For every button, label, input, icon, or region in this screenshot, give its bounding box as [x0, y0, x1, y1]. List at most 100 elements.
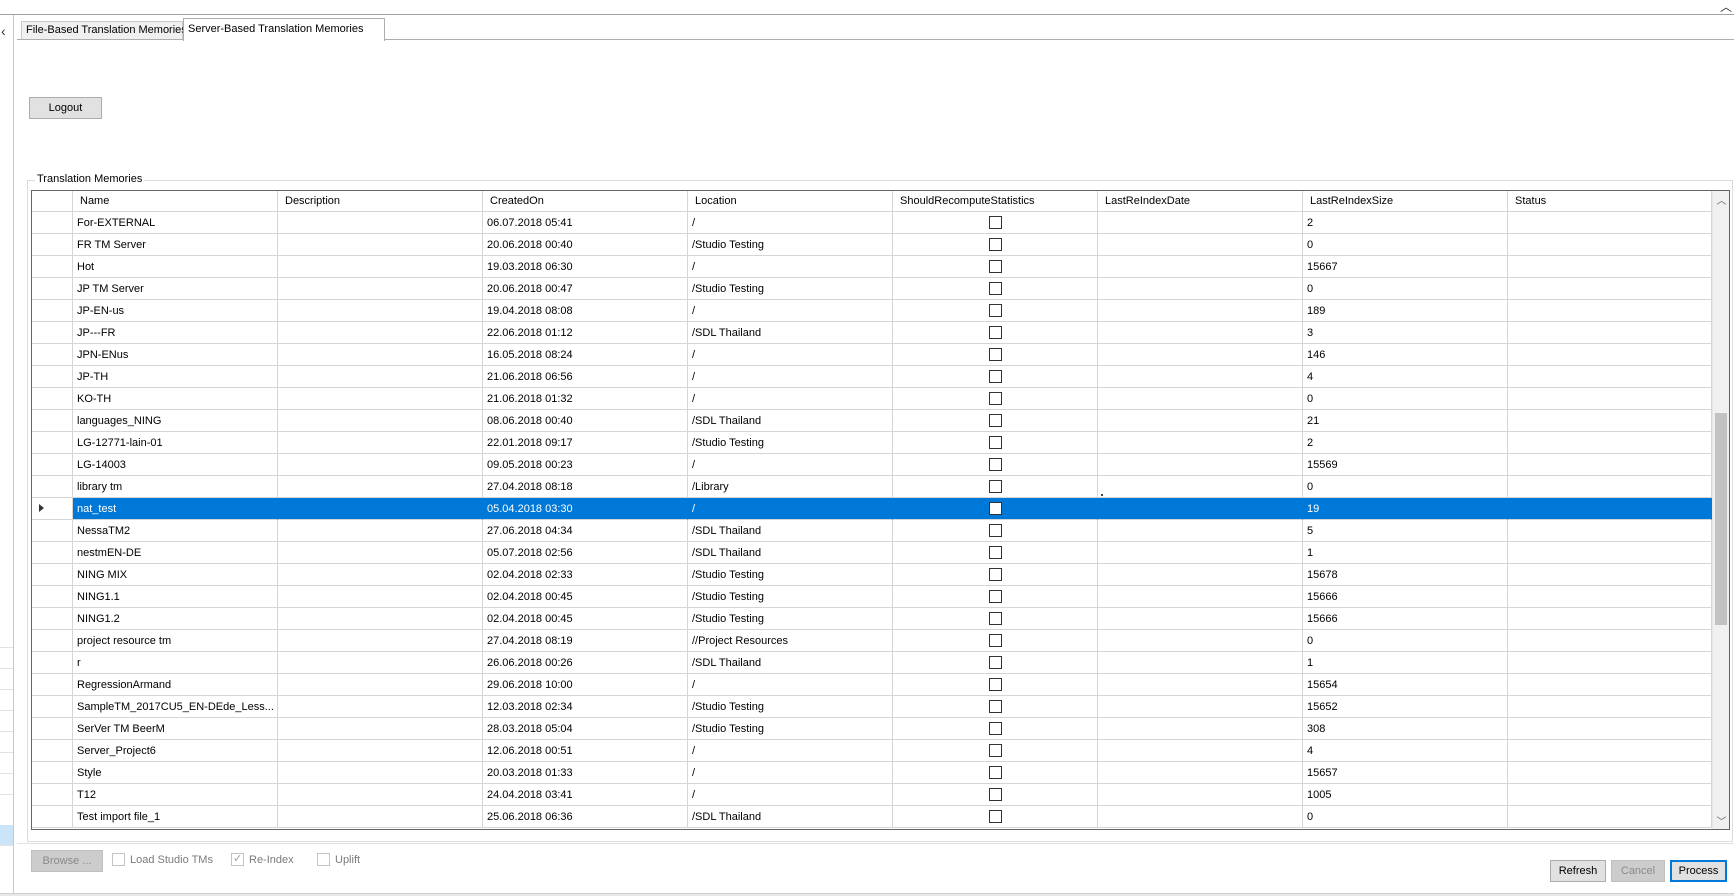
- cell-created[interactable]: 02.04.2018 00:45: [483, 608, 688, 630]
- cell-name[interactable]: nat_test: [73, 498, 278, 520]
- cell-name[interactable]: SerVer TM BeerM: [73, 718, 278, 740]
- left-panel-item[interactable]: [0, 690, 13, 711]
- vertical-scrollbar[interactable]: ︿ ﹀: [1712, 191, 1729, 829]
- row-header[interactable]: [32, 674, 73, 696]
- cell-created[interactable]: 05.07.2018 02:56: [483, 542, 688, 564]
- cell-created[interactable]: 27.04.2018 08:18: [483, 476, 688, 498]
- cell-location[interactable]: /Studio Testing: [688, 432, 893, 454]
- cell-status[interactable]: [1508, 432, 1712, 454]
- cell-reindex-size[interactable]: 19: [1303, 498, 1508, 520]
- cell-status[interactable]: [1508, 784, 1712, 806]
- cell-location[interactable]: //Project Resources: [688, 630, 893, 652]
- cell-recompute[interactable]: [893, 366, 1098, 388]
- recompute-checkbox[interactable]: [989, 656, 1002, 669]
- cell-description[interactable]: [278, 366, 483, 388]
- row-header[interactable]: [32, 432, 73, 454]
- table-row[interactable]: project resource tm 27.04.2018 08:19//Pro…: [32, 630, 1712, 652]
- cell-location[interactable]: /: [688, 674, 893, 696]
- cell-recompute[interactable]: [893, 410, 1098, 432]
- cell-reindex-size[interactable]: 15678: [1303, 564, 1508, 586]
- cell-recompute[interactable]: [893, 256, 1098, 278]
- cell-created[interactable]: 27.04.2018 08:19: [483, 630, 688, 652]
- cell-recompute[interactable]: [893, 300, 1098, 322]
- cell-name[interactable]: Style: [73, 762, 278, 784]
- cell-reindex-size[interactable]: 0: [1303, 234, 1508, 256]
- cell-description[interactable]: [278, 432, 483, 454]
- table-row[interactable]: JP---FR 22.06.2018 01:12/SDL Thailand 3: [32, 322, 1712, 344]
- cell-name[interactable]: Test import file_1: [73, 806, 278, 828]
- table-row[interactable]: Hot 19.03.2018 06:30/ 15667: [32, 256, 1712, 278]
- cell-reindex-date[interactable]: [1098, 740, 1303, 762]
- table-row[interactable]: JPN-ENus 16.05.2018 08:24/ 146: [32, 344, 1712, 366]
- cell-status[interactable]: [1508, 278, 1712, 300]
- scroll-down-arrow-icon[interactable]: ﹀: [1713, 812, 1729, 829]
- table-row[interactable]: KO-TH 21.06.2018 01:32/ 0: [32, 388, 1712, 410]
- cell-reindex-size[interactable]: 1: [1303, 652, 1508, 674]
- cell-created[interactable]: 19.04.2018 08:08: [483, 300, 688, 322]
- cell-status[interactable]: [1508, 542, 1712, 564]
- cell-status[interactable]: [1508, 322, 1712, 344]
- cell-name[interactable]: languages_NING: [73, 410, 278, 432]
- cell-status[interactable]: [1508, 762, 1712, 784]
- reindex-checkbox[interactable]: [231, 852, 244, 866]
- cell-description[interactable]: [278, 520, 483, 542]
- cell-reindex-date[interactable]: [1098, 674, 1303, 696]
- cell-reindex-date[interactable]: [1098, 498, 1303, 520]
- table-row[interactable]: Test import file_1 25.06.2018 06:36/SDL T…: [32, 806, 1712, 828]
- cell-name[interactable]: project resource tm: [73, 630, 278, 652]
- cell-reindex-size[interactable]: 189: [1303, 300, 1508, 322]
- row-header[interactable]: [32, 212, 73, 234]
- cell-name[interactable]: JPN-ENus: [73, 344, 278, 366]
- cell-name[interactable]: nestmEN-DE: [73, 542, 278, 564]
- cell-created[interactable]: 12.03.2018 02:34: [483, 696, 688, 718]
- recompute-checkbox[interactable]: [989, 414, 1002, 427]
- cell-location[interactable]: /Studio Testing: [688, 718, 893, 740]
- table-row[interactable]: SerVer TM BeerM 28.03.2018 05:04/Studio T…: [32, 718, 1712, 740]
- cell-recompute[interactable]: [893, 586, 1098, 608]
- row-header[interactable]: [32, 520, 73, 542]
- recompute-checkbox[interactable]: [989, 304, 1002, 317]
- cell-created[interactable]: 26.06.2018 00:26: [483, 652, 688, 674]
- cell-status[interactable]: [1508, 234, 1712, 256]
- cell-reindex-date[interactable]: [1098, 212, 1303, 234]
- cell-created[interactable]: 16.05.2018 08:24: [483, 344, 688, 366]
- cell-created[interactable]: 22.06.2018 01:12: [483, 322, 688, 344]
- cell-location[interactable]: /: [688, 454, 893, 476]
- tab-server-based[interactable]: Server-Based Translation Memories: [183, 18, 385, 41]
- recompute-checkbox[interactable]: [989, 282, 1002, 295]
- table-row[interactable]: FR TM Server 20.06.2018 00:40/Studio Test…: [32, 234, 1712, 256]
- cell-description[interactable]: [278, 674, 483, 696]
- recompute-checkbox[interactable]: [989, 348, 1002, 361]
- cell-reindex-date[interactable]: [1098, 608, 1303, 630]
- row-header[interactable]: [32, 806, 73, 828]
- cell-location[interactable]: /: [688, 784, 893, 806]
- cell-reindex-size[interactable]: 21: [1303, 410, 1508, 432]
- table-row[interactable]: NING1.2 02.04.2018 00:45/Studio Testing 15…: [32, 608, 1712, 630]
- cell-description[interactable]: [278, 608, 483, 630]
- cell-description[interactable]: [278, 806, 483, 828]
- cell-reindex-size[interactable]: 1: [1303, 542, 1508, 564]
- cell-reindex-date[interactable]: [1098, 762, 1303, 784]
- column-header-location[interactable]: Location: [688, 191, 893, 212]
- cell-location[interactable]: /: [688, 366, 893, 388]
- cell-reindex-date[interactable]: [1098, 410, 1303, 432]
- row-header[interactable]: [32, 718, 73, 740]
- column-header-recompute[interactable]: ShouldRecomputeStatistics: [893, 191, 1098, 212]
- logout-button[interactable]: Logout: [29, 97, 102, 119]
- cell-status[interactable]: [1508, 630, 1712, 652]
- cell-created[interactable]: 20.03.2018 01:33: [483, 762, 688, 784]
- cell-recompute[interactable]: [893, 718, 1098, 740]
- cell-recompute[interactable]: [893, 432, 1098, 454]
- cell-description[interactable]: [278, 542, 483, 564]
- uplift-option[interactable]: Uplift: [317, 853, 360, 866]
- cell-location[interactable]: /: [688, 300, 893, 322]
- recompute-checkbox[interactable]: [989, 546, 1002, 559]
- cell-status[interactable]: [1508, 674, 1712, 696]
- cell-location[interactable]: /: [688, 344, 893, 366]
- cell-name[interactable]: RegressionArmand: [73, 674, 278, 696]
- row-header[interactable]: [32, 542, 73, 564]
- cell-recompute[interactable]: [893, 784, 1098, 806]
- cell-reindex-date[interactable]: [1098, 652, 1303, 674]
- cell-reindex-size[interactable]: 1005: [1303, 784, 1508, 806]
- cell-description[interactable]: [278, 212, 483, 234]
